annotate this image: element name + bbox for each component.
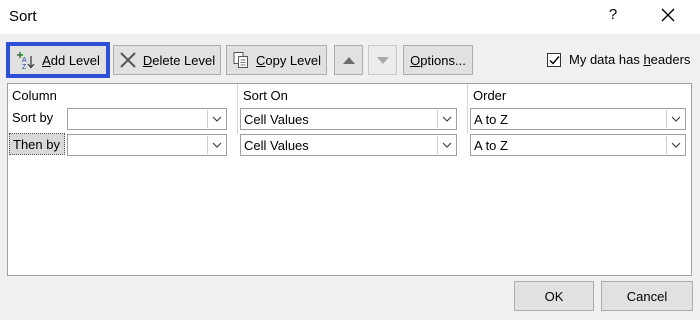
help-button[interactable]: ? (605, 6, 621, 23)
add-level-icon: A Z (16, 51, 36, 69)
copy-level-button[interactable]: Copy Level (226, 45, 327, 75)
sort-levels-grid: Column Sort On Order Sort by Cell Values… (7, 83, 692, 276)
triangle-up-icon (342, 57, 355, 64)
chevron-down-icon[interactable] (437, 110, 455, 128)
chevron-down-icon[interactable] (437, 136, 455, 154)
chevron-down-icon[interactable] (666, 136, 684, 154)
chevron-down-icon[interactable] (207, 110, 225, 128)
svg-text:A: A (22, 57, 27, 64)
my-data-has-headers-checkbox[interactable]: My data has headers (547, 52, 690, 67)
sort-on-header: Sort On (243, 88, 288, 103)
copy-level-label: Copy Level (255, 52, 322, 68)
add-level-label: Add Level (42, 52, 100, 68)
dialog-title: Sort (9, 8, 37, 25)
ok-button[interactable]: OK (514, 281, 594, 311)
close-button[interactable] (658, 4, 678, 26)
order-header: Order (473, 88, 507, 103)
svg-text:Z: Z (22, 64, 27, 69)
delete-level-label: Delete Level (142, 52, 216, 68)
chevron-down-icon[interactable] (207, 136, 225, 154)
sort-by-column-select[interactable] (67, 108, 227, 130)
sort-by-label: Sort by (12, 110, 54, 125)
column-divider (467, 84, 468, 134)
move-up-button[interactable] (334, 45, 363, 75)
checkmark-icon (549, 55, 560, 65)
move-down-button[interactable] (368, 45, 397, 75)
close-icon (661, 8, 675, 22)
copy-icon (232, 51, 250, 69)
then-by-order-select[interactable]: A to Z (470, 134, 686, 156)
delete-level-button[interactable]: Delete Level (113, 45, 221, 75)
add-level-button[interactable]: A Z Add Level (6, 42, 110, 78)
cancel-button[interactable]: Cancel (601, 281, 693, 311)
checkbox-label: My data has headers (569, 52, 691, 67)
delete-x-icon (119, 51, 137, 69)
checkbox-box[interactable] (547, 52, 561, 67)
then-by-sort-on-select[interactable]: Cell Values (240, 134, 457, 156)
then-by-column-select[interactable] (67, 134, 227, 156)
then-by-label[interactable]: Then by (9, 133, 65, 155)
sort-by-order-select[interactable]: A to Z (470, 108, 686, 130)
triangle-down-icon (376, 57, 389, 64)
options-button[interactable]: Options... (403, 45, 473, 75)
chevron-down-icon[interactable] (666, 110, 684, 128)
column-divider (237, 84, 238, 134)
options-label: Options... (410, 52, 466, 68)
sort-by-sort-on-select[interactable]: Cell Values (240, 108, 457, 130)
column-header: Column (12, 88, 57, 103)
title-bar: Sort ? (0, 0, 700, 34)
